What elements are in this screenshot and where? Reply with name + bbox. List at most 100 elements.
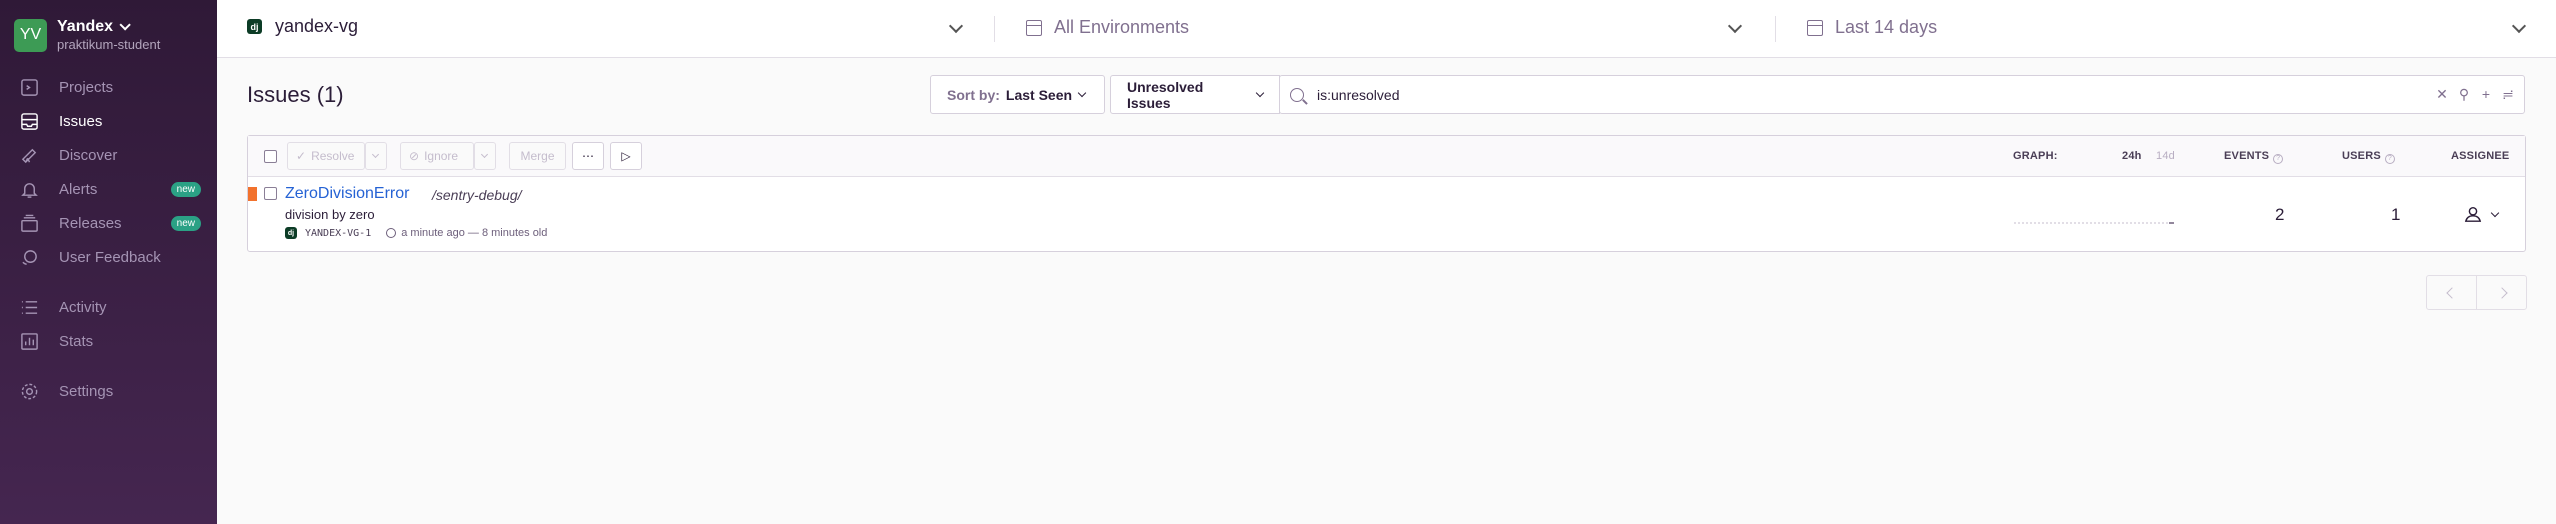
more-actions-button[interactable]: ⋯ [572,142,604,170]
sidebar-item-activity[interactable]: Activity [19,297,201,317]
short-id[interactable]: YANDEX-VG-1 [305,228,371,239]
chevron-left-icon [2445,286,2458,299]
sliders-icon[interactable]: ≓ [2502,86,2514,103]
sort-dropdown[interactable]: Sort by: Last Seen [930,75,1105,114]
issue-meta: dj YANDEX-VG-1 a minute ago — 8 minutes … [285,227,547,239]
project-selector[interactable]: dj yandex-vg [247,16,358,37]
clock-icon [386,228,397,238]
help-icon[interactable]: ? [2273,154,2284,164]
releases-icon [19,213,39,233]
new-badge: new [170,181,201,197]
chevron-down-icon[interactable] [1727,18,1743,34]
sort-value: Last Seen [1005,86,1073,103]
user-feedback-icon [19,247,39,267]
page-title: Issues (1) [247,82,344,107]
resolve-dropdown[interactable] [365,142,387,170]
issue-culprit: /sentry-debug/ [432,187,522,203]
pin-icon[interactable]: ⚲ [2458,86,2470,103]
events-count: 2 [2275,205,2285,224]
play-icon: ▷ [621,149,631,163]
ellipsis-icon: ⋯ [582,149,594,163]
previous-page-button[interactable] [2426,275,2477,310]
header: dj yandex-vg All Environments Last 14 da… [217,0,2556,58]
environment-label: All Environments [1054,17,1190,37]
alerts-icon [19,179,39,199]
resolve-label: Resolve [311,149,355,163]
resolve-button[interactable]: ✓ Resolve [287,142,365,170]
clear-icon[interactable]: ✕ [2436,86,2448,103]
realtime-button[interactable]: ▷ [610,142,642,170]
sidebar-item-label: Issues [59,112,103,130]
date-range-selector[interactable]: Last 14 days [1807,17,1937,38]
search-icon [1290,87,1304,102]
chevron-down-icon [1077,88,1087,98]
environment-selector[interactable]: All Environments [1026,17,1189,38]
sidebar-item-releases[interactable]: Releases new [19,213,201,233]
calendar-icon [1807,19,1823,36]
ignore-icon: ⊘ [409,149,420,163]
sidebar-item-alerts[interactable]: Alerts new [19,179,201,199]
org-user: praktikum-student [57,37,161,52]
project-badge: dj [247,19,262,34]
chevron-down-icon [2490,208,2500,217]
row-checkbox[interactable] [264,187,277,200]
sidebar-item-label: Settings [59,382,114,400]
chevron-right-icon [2495,286,2508,299]
settings-icon [19,381,39,401]
assignee-selector[interactable] [2464,204,2500,224]
environment-icon [1026,19,1042,36]
sidebar-item-projects[interactable]: Projects [19,77,201,97]
sidebar-item-issues[interactable]: Issues [19,111,201,131]
sidebar-item-label: Stats [59,332,94,350]
activity-icon [19,297,39,317]
chevron-down-icon[interactable] [948,18,964,34]
add-icon[interactable]: + [2480,86,2492,103]
sidebar-item-settings[interactable]: Settings [19,381,201,401]
sidebar: YV Yandex praktikum-student Projects Iss… [0,0,217,524]
sort-label: Sort by: [947,86,1000,103]
issue-title[interactable]: ZeroDivisionError [285,185,409,203]
select-all-checkbox[interactable] [264,150,277,163]
ignore-dropdown[interactable] [474,142,496,170]
table-row[interactable]: ZeroDivisionError /sentry-debug/ divisio… [248,177,2525,251]
sidebar-item-label: Activity [59,298,107,316]
chevron-down-icon [371,150,380,159]
date-range-label: Last 14 days [1835,17,1938,37]
divider [994,16,995,42]
sidebar-item-discover[interactable]: Discover [19,145,201,165]
graph-24h-toggle[interactable]: 24h [2122,150,2142,162]
search-input[interactable]: is:unresolved ✕ ⚲ + ≓ [1279,75,2525,114]
saved-search-dropdown[interactable]: Unresolved Issues [1110,75,1280,114]
level-indicator [248,187,257,201]
events-header: EVENTS? [2224,150,2284,164]
next-page-button[interactable] [2476,275,2527,310]
chevron-down-icon [480,150,489,159]
sidebar-item-label: User Feedback [59,248,161,266]
project-badge: dj [285,227,297,239]
issues-icon [19,111,39,131]
saved-search-label: Unresolved Issues [1127,78,1204,111]
graph-14d-toggle[interactable]: 14d [2156,150,2175,162]
users-count: 1 [2391,205,2401,224]
users-header: USERS? [2342,150,2395,164]
chevron-down-icon [1255,88,1265,98]
stats-icon [19,331,39,351]
org-avatar: YV [14,18,47,52]
merge-button[interactable]: Merge [509,142,566,170]
sidebar-item-stats[interactable]: Stats [19,331,201,351]
help-icon[interactable]: ? [2384,154,2395,164]
divider [1775,16,1776,42]
issues-toolbar: ✓ Resolve ⊘ Ignore Merge ⋯ ▷ GRAPH: 24h 14… [248,136,2525,177]
ignore-button[interactable]: ⊘ Ignore [400,142,474,170]
search-query: is:unresolved [1317,86,1400,103]
sidebar-item-user-feedback[interactable]: User Feedback [19,247,201,267]
org-switcher[interactable]: YV Yandex praktikum-student [14,18,160,52]
ignore-label: Ignore [424,149,459,163]
issue-message: division by zero [285,207,375,222]
chevron-down-icon [119,19,131,31]
chevron-down-icon[interactable] [2511,18,2527,34]
sidebar-item-label: Releases [59,214,122,232]
discover-icon [19,145,39,165]
user-icon [2464,206,2482,222]
issues-panel: ✓ Resolve ⊘ Ignore Merge ⋯ ▷ GRAPH: 24h 14… [247,135,2526,252]
